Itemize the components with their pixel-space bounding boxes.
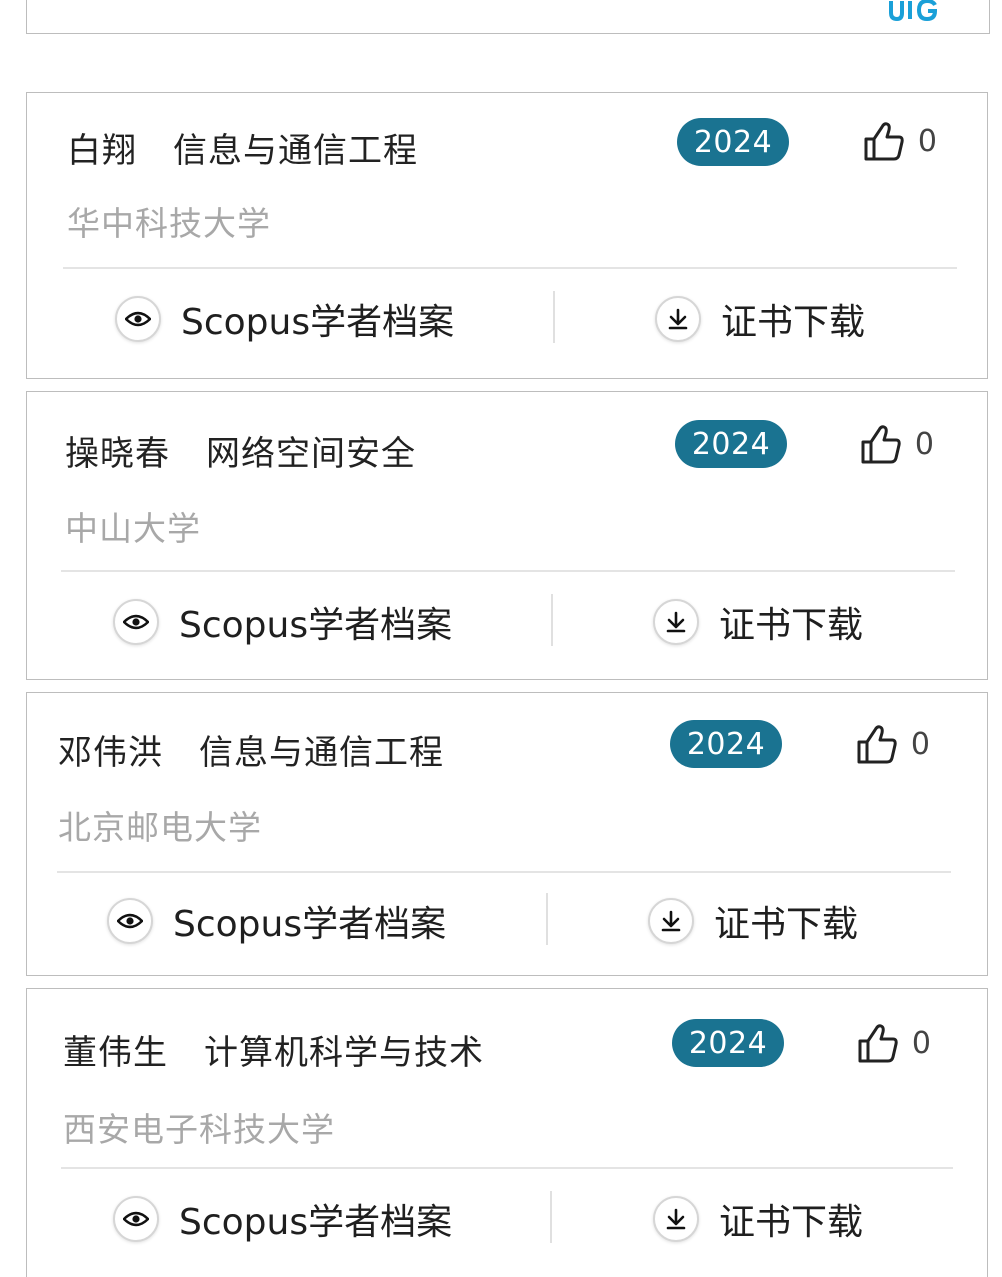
eye-icon [113, 599, 159, 645]
card-actions: Scopus学者档案 证书下载 [27, 891, 987, 951]
year-badge: 2024 [675, 420, 787, 468]
like-button[interactable]: 0 [855, 720, 930, 768]
divider [57, 871, 951, 873]
jig-logo-icon [889, 0, 938, 22]
scopus-profile-label: Scopus学者档案 [173, 904, 447, 945]
download-icon [653, 599, 699, 645]
eye-icon [115, 296, 161, 342]
name-row: 董伟生 计算机科学与技术 [63, 1027, 484, 1073]
eye-icon [107, 898, 153, 944]
scopus-profile-button[interactable]: Scopus学者档案 [115, 289, 454, 349]
scholar-school: 北京邮电大学 [58, 808, 262, 847]
scholar-card: 董伟生 计算机科学与技术 2024 0 西安电子科技大学 Scopus学者档案 … [26, 988, 988, 1277]
certificate-download-label: 证书下载 [714, 904, 859, 945]
name-row: 白翔 信息与通信工程 [67, 125, 418, 171]
scopus-profile-label: Scopus学者档案 [179, 1202, 453, 1243]
like-button[interactable]: 0 [859, 420, 934, 468]
certificate-download-label: 证书下载 [719, 1202, 864, 1243]
scholar-name: 操晓春 [65, 433, 170, 474]
thumbs-up-icon [858, 1024, 898, 1063]
divider [61, 570, 955, 572]
like-count: 0 [914, 426, 934, 462]
certificate-download-label: 证书下载 [719, 605, 864, 646]
scholar-card: 操晓春 网络空间安全 2024 0 中山大学 Scopus学者档案 证书下载 [26, 391, 988, 680]
name-row: 邓伟洪 信息与通信工程 [58, 727, 444, 773]
year-badge: 2024 [672, 1019, 784, 1067]
action-separator [550, 1191, 552, 1243]
scholar-card: 邓伟洪 信息与通信工程 2024 0 北京邮电大学 Scopus学者档案 证书下… [26, 692, 988, 976]
card-actions: Scopus学者档案 证书下载 [27, 592, 987, 652]
scholar-name: 邓伟洪 [58, 732, 163, 773]
scholar-name: 白翔 [67, 130, 137, 171]
certificate-download-button[interactable]: 证书下载 [653, 1189, 863, 1249]
previous-card-partial [26, 0, 990, 34]
action-separator [551, 594, 553, 646]
scholar-school: 西安电子科技大学 [63, 1110, 335, 1149]
like-count: 0 [917, 123, 937, 159]
scholar-school: 华中科技大学 [67, 204, 271, 243]
scopus-profile-label: Scopus学者档案 [181, 302, 455, 343]
like-count: 0 [910, 726, 930, 762]
card-actions: Scopus学者档案 证书下载 [27, 1189, 987, 1249]
thumbs-up-icon [861, 425, 901, 464]
eye-icon [113, 1196, 159, 1242]
certificate-download-label: 证书下载 [721, 302, 866, 343]
scholar-major: 信息与通信工程 [199, 732, 444, 773]
name-row: 操晓春 网络空间安全 [65, 428, 416, 474]
card-actions: Scopus学者档案 证书下载 [27, 289, 987, 349]
thumbs-up-icon [857, 725, 897, 764]
year-badge: 2024 [677, 118, 789, 166]
scopus-profile-button[interactable]: Scopus学者档案 [113, 592, 452, 652]
scholar-major: 网络空间安全 [206, 433, 416, 474]
like-button[interactable]: 0 [862, 117, 937, 165]
certificate-download-button[interactable]: 证书下载 [653, 592, 863, 652]
download-icon [648, 898, 694, 944]
divider [63, 267, 957, 269]
like-button[interactable]: 0 [856, 1019, 931, 1067]
scholar-major: 信息与通信工程 [173, 130, 418, 171]
scholar-major: 计算机科学与技术 [204, 1032, 484, 1073]
certificate-download-button[interactable]: 证书下载 [648, 891, 858, 951]
scholar-list-page: 白翔 信息与通信工程 2024 0 华中科技大学 Scopus学者档案 证书下载… [0, 0, 1002, 1277]
year-badge: 2024 [670, 720, 782, 768]
download-icon [653, 1196, 699, 1242]
scholar-name: 董伟生 [63, 1032, 168, 1073]
action-separator [553, 291, 555, 343]
scopus-profile-label: Scopus学者档案 [179, 605, 453, 646]
like-count: 0 [911, 1025, 931, 1061]
thumbs-up-icon [864, 122, 904, 161]
divider [61, 1167, 953, 1169]
scopus-profile-button[interactable]: Scopus学者档案 [107, 891, 446, 951]
certificate-download-button[interactable]: 证书下载 [655, 289, 865, 349]
scopus-profile-button[interactable]: Scopus学者档案 [113, 1189, 452, 1249]
scholar-school: 中山大学 [65, 509, 201, 548]
scholar-card: 白翔 信息与通信工程 2024 0 华中科技大学 Scopus学者档案 证书下载 [26, 92, 988, 379]
action-separator [546, 893, 548, 945]
download-icon [655, 296, 701, 342]
